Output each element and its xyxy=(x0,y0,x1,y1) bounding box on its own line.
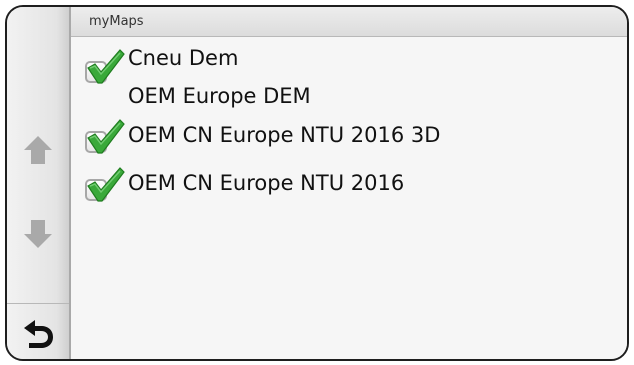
map-name: Cneu Dem xyxy=(128,46,239,70)
map-name: OEM Europe DEM xyxy=(128,84,311,108)
arrow-up-icon xyxy=(24,136,52,164)
map-checkbox[interactable] xyxy=(83,117,125,157)
map-checkbox[interactable] xyxy=(83,47,125,87)
map-list: Cneu Dem OEM Europe DEM OEM CN Europe NT… xyxy=(71,37,627,359)
list-item-cneu-dem[interactable]: Cneu Dem OEM Europe DEM xyxy=(71,41,627,108)
back-button[interactable] xyxy=(7,303,69,359)
map-checkbox[interactable] xyxy=(83,165,125,205)
map-name: OEM CN Europe NTU 2016 3D xyxy=(128,123,441,147)
scroll-down-button[interactable] xyxy=(7,209,69,259)
page-title: myMaps xyxy=(89,14,144,29)
arrow-down-icon xyxy=(24,220,52,248)
scroll-up-button[interactable] xyxy=(7,125,69,175)
checkmark-icon xyxy=(87,167,125,202)
list-item-oem-cn-europe-ntu-2016[interactable]: OEM CN Europe NTU 2016 xyxy=(71,163,627,203)
left-rail xyxy=(7,7,71,359)
map-name: OEM CN Europe NTU 2016 xyxy=(128,171,405,195)
back-icon xyxy=(24,320,53,348)
checkmark-icon xyxy=(87,49,125,84)
checkmark-icon xyxy=(87,119,125,154)
list-item-oem-cn-europe-ntu-2016-3d[interactable]: OEM CN Europe NTU 2016 3D xyxy=(71,115,627,155)
header-bar: myMaps xyxy=(71,7,627,37)
device-frame: myMaps Cneu Dem OEM Europe DEM OEM CN Eu… xyxy=(5,5,629,361)
